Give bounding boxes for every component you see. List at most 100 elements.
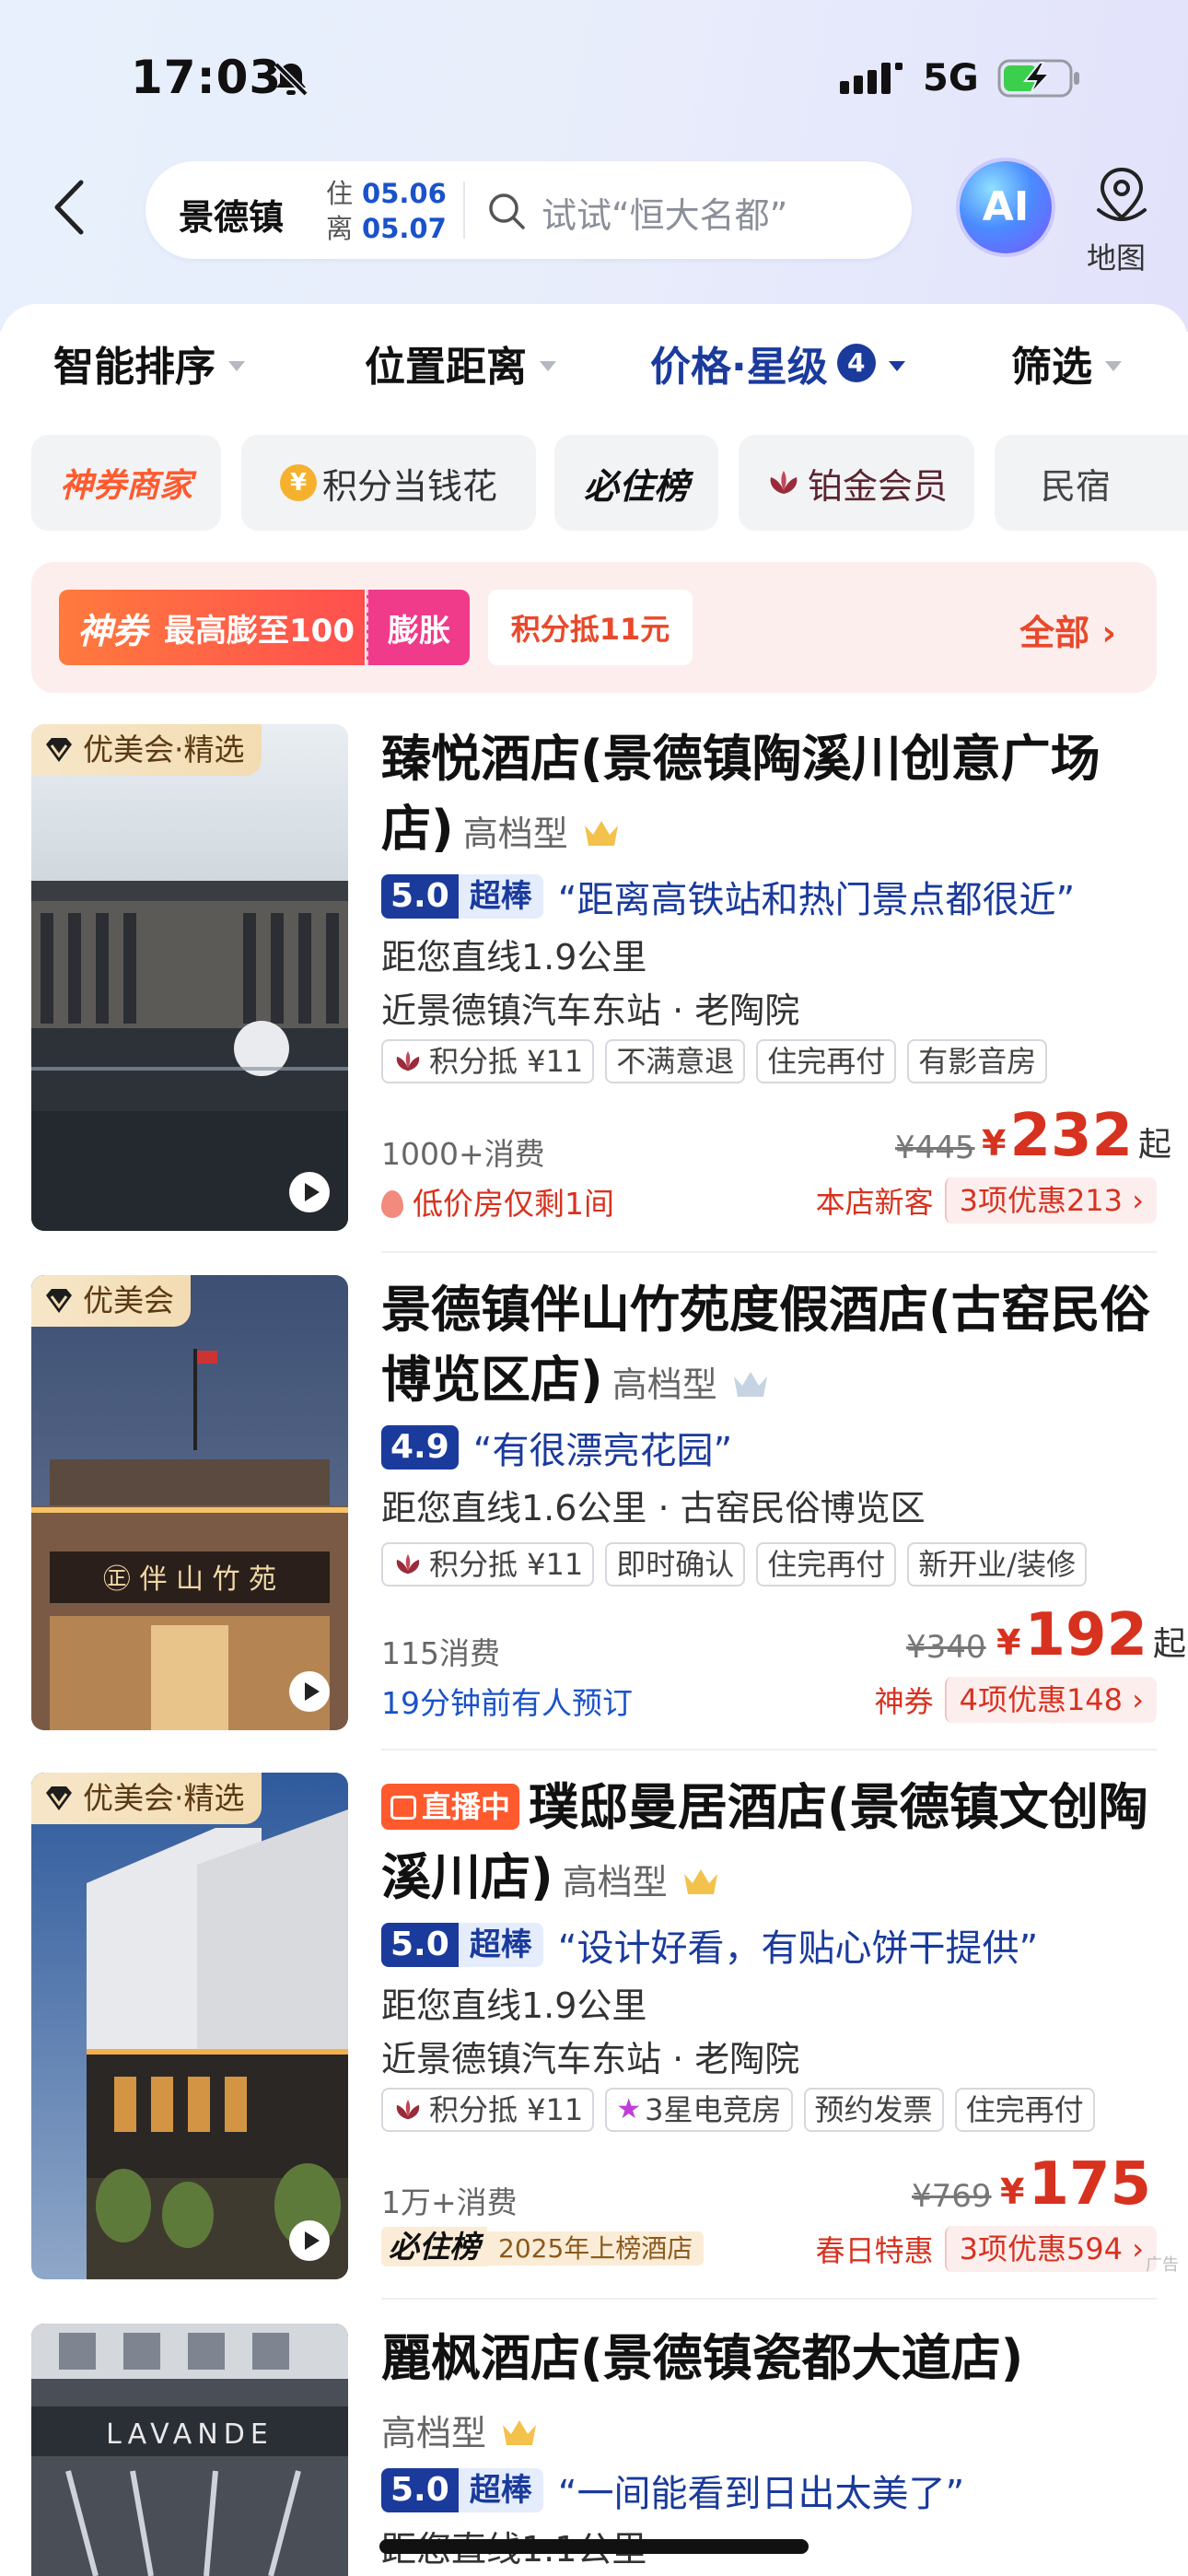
member-badge: 优美会·精选: [31, 1773, 262, 1824]
tab-filter[interactable]: 筛选: [1011, 334, 1122, 392]
live-icon: [390, 1796, 416, 1820]
checkin-date: 05.06: [362, 178, 447, 209]
chip-homestay[interactable]: 民宿: [995, 435, 1188, 531]
ai-assistant-button[interactable]: AI: [960, 161, 1052, 253]
promo-banner[interactable]: 神券 最高膨至100 膨胀 积分抵11元 全部 ›: [31, 562, 1157, 693]
rating-row[interactable]: 4.9 “有很漂亮花园”: [381, 1421, 732, 1474]
hotel-photo[interactable]: 优美会·精选: [31, 1773, 348, 2279]
video-play-icon[interactable]: [289, 2220, 330, 2261]
search-icon: [489, 193, 525, 229]
map-pin-icon[interactable]: [1089, 166, 1154, 227]
tag-label: 积分抵 ¥11: [429, 1044, 584, 1079]
scarcity-label: 低价房仅剩1间: [413, 1186, 614, 1222]
promo-coupon-tag: 神券: [77, 610, 148, 651]
offer-box[interactable]: 本店新客 3项优惠213 ›: [805, 1177, 1157, 1224]
yen-coin-icon: ¥: [279, 464, 317, 501]
hotel-card[interactable]: LAVANDE 麗枫酒店(景德镇瓷都大道店) 高档型 5.0 超棒 “一间能看到日出…: [0, 2324, 1188, 2576]
feature-tags: 积分抵 ¥11 不满意退 住完再付 有影音房: [381, 1039, 1048, 1083]
nearby-text: 近景德镇汽车东站 · 老陶院: [381, 990, 800, 1031]
currency-symbol: ¥: [1000, 2172, 1025, 2212]
offer-box[interactable]: 神券 4项优惠148 ›: [864, 1677, 1157, 1723]
review-quote: “设计好看，有贴心饼干提供”: [557, 1927, 1039, 1970]
review-quote: “距离高铁站和热门景点都很近”: [557, 879, 1076, 921]
tab-price-star[interactable]: 价格·星级 4: [650, 334, 905, 392]
member-badge: 优美会·精选: [31, 724, 262, 776]
rating-score: 5.0: [381, 2468, 459, 2512]
hotel-card[interactable]: 优美会·精选 直播中 璞邸曼居酒店(景德镇文创陶溪川店) 高档型 5.0 超棒 “设计好…: [0, 1773, 1188, 2279]
live-badge-label: 直播中: [422, 1789, 511, 1824]
offer-box[interactable]: 春日特惠 3项优惠594 ›: [805, 2226, 1157, 2272]
original-price: ¥445: [895, 1130, 975, 1166]
diamond-icon: [46, 1289, 72, 1313]
hotel-grade: 高档型: [611, 1364, 717, 1405]
map-label[interactable]: 地图: [1087, 235, 1146, 277]
rating-row[interactable]: 5.0 超棒 “一间能看到日出太美了”: [381, 2464, 964, 2517]
ad-label: 广告: [1146, 2255, 1179, 2275]
hotel-photo-image: LAVANDE: [31, 2324, 348, 2576]
feature-tags: 积分抵 ¥11 ★ 3星电竞房 预约发票 住完再付: [381, 2088, 1095, 2132]
offer-tag: 本店新客: [815, 1185, 934, 1220]
chip-points-as-cash[interactable]: ¥ 积分当钱花: [241, 435, 536, 531]
rating-row[interactable]: 5.0 超棒 “距离高铁站和热门景点都很近”: [381, 870, 1075, 923]
tab-label: 筛选: [1011, 344, 1092, 391]
home-indicator[interactable]: [379, 2539, 809, 2554]
distance-text: 距您直线1.9公里: [381, 937, 647, 978]
hotel-title[interactable]: 景德镇伴山竹苑度假酒店(古窑民俗博览区店) 高档型: [381, 1275, 1155, 1420]
tag-points: 积分抵 ¥11: [381, 1542, 595, 1587]
chip-must-stay-list[interactable]: 必住榜: [554, 435, 718, 531]
checkout-date: 05.07: [362, 213, 447, 244]
tab-distance[interactable]: 位置距离: [365, 334, 556, 392]
ranking-tag[interactable]: 必住榜 2025年上榜酒店: [381, 2222, 705, 2266]
hotel-title[interactable]: 臻悦酒店(景德镇陶溪川创意广场店) 高档型: [381, 724, 1155, 869]
lotus-icon: [396, 1050, 420, 1071]
hotel-photo-image: ㊣ 伴 山 竹 苑: [31, 1275, 348, 1730]
hotel-grade: 高档型: [562, 1862, 668, 1903]
search-bar[interactable]: 景德镇 住 05.06 离 05.07 试试“恒大名都”: [146, 161, 912, 259]
review-quote: “有很漂亮花园”: [472, 1430, 733, 1472]
offer-detail[interactable]: 4项优惠148 ›: [944, 1677, 1157, 1723]
rating-row[interactable]: 5.0 超棒 “设计好看，有贴心饼干提供”: [381, 1918, 1038, 1972]
promo-view-all[interactable]: 全部 ›: [1019, 604, 1116, 655]
chip-coupon-merchant[interactable]: 神券商家: [31, 435, 221, 531]
feature-tags: 积分抵 ¥11 即时确认 住完再付 新开业/装修: [381, 1542, 1088, 1587]
currency-symbol: ¥: [996, 1622, 1021, 1663]
hotel-card[interactable]: 优美会·精选 臻悦酒店(景德镇陶溪川创意广场店) 高档型 5.0 超棒 “距离高铁站和…: [0, 724, 1188, 1231]
network-type: 5G: [923, 57, 979, 100]
original-price: ¥340: [906, 1629, 986, 1666]
promo-points[interactable]: 积分抵11元: [488, 590, 693, 665]
svg-text:㊣ 伴 山 竹 苑: ㊣ 伴 山 竹 苑: [103, 1563, 276, 1596]
tab-label: 位置距离: [365, 344, 527, 391]
city-selector[interactable]: 景德镇: [179, 189, 284, 240]
checkin-label: 住: [326, 178, 354, 209]
filter-count-badge: 4: [836, 344, 876, 382]
hotel-photo[interactable]: ㊣ 伴 山 竹 苑 优美会: [31, 1275, 348, 1730]
promo-expand-button[interactable]: 膨胀: [367, 590, 470, 665]
offer-detail[interactable]: 3项优惠594 ›: [944, 2226, 1157, 2272]
distance-text: 距您直线1.9公里: [381, 1985, 647, 2026]
chip-platinum-member[interactable]: 铂金会员: [739, 435, 974, 531]
lotus-icon: [770, 471, 798, 494]
price-value: 175: [1028, 2150, 1152, 2219]
sort-tab-bar: 智能排序 位置距离 价格·星级 4 筛选: [0, 304, 1188, 424]
date-selector[interactable]: 住 05.06 离 05.07: [326, 176, 464, 246]
rating-score: 5.0: [381, 1923, 459, 1967]
promo-coupon[interactable]: 神券 最高膨至100: [59, 590, 365, 665]
hotel-title[interactable]: 直播中 璞邸曼居酒店(景德镇文创陶溪川店) 高档型: [381, 1773, 1155, 1917]
live-badge[interactable]: 直播中: [381, 1784, 520, 1830]
video-play-icon[interactable]: [289, 1671, 330, 1712]
search-input[interactable]: 试试“恒大名都”: [542, 187, 787, 238]
hotel-card[interactable]: ㊣ 伴 山 竹 苑 优美会 景德镇伴山竹苑度假酒店(古窑民俗博览区店) 高档型 4…: [0, 1275, 1188, 1730]
offer-detail[interactable]: 3项优惠213 ›: [944, 1177, 1157, 1224]
tag-invoice: 预约发票: [803, 2088, 944, 2132]
tab-smart-sort[interactable]: 智能排序: [53, 334, 245, 392]
diamond-icon: [46, 1786, 72, 1810]
hotel-photo[interactable]: 优美会·精选: [31, 724, 348, 1231]
price-suffix: 起: [1153, 1625, 1187, 1663]
caret-down-icon: [1105, 360, 1122, 371]
tag-instant-confirm: 即时确认: [605, 1542, 746, 1587]
back-button[interactable]: [46, 175, 92, 240]
hotel-photo[interactable]: LAVANDE: [31, 2324, 348, 2576]
hotel-title[interactable]: 麗枫酒店(景德镇瓷都大道店): [381, 2324, 1155, 2394]
tag-label: 积分抵 ¥11: [429, 2092, 584, 2127]
video-play-icon[interactable]: [289, 1172, 330, 1212]
